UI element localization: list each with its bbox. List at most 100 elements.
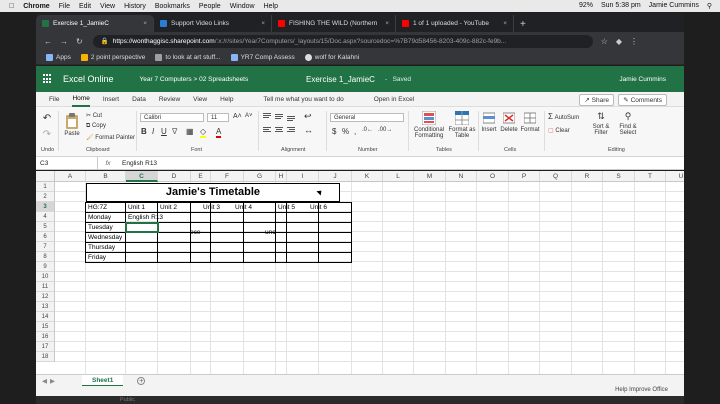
column-header-u[interactable]: U — [666, 171, 684, 182]
bookmark-perspective[interactable]: 2 point perspective — [80, 53, 145, 61]
delete-cells-button[interactable]: Delete — [500, 111, 518, 133]
column-header-l[interactable]: L — [383, 171, 414, 182]
row-header-16[interactable]: 16 — [36, 332, 55, 342]
currency-icon[interactable]: $ — [332, 127, 336, 136]
menu-window[interactable]: Window — [230, 3, 255, 10]
sheet-nav-arrows-icon[interactable]: ◀▶ — [42, 377, 58, 385]
column-header-i[interactable]: I — [287, 171, 319, 182]
row-header-8[interactable]: 8 — [36, 252, 55, 262]
tab-view[interactable]: View — [193, 92, 207, 107]
grow-font-icon[interactable]: A˄ — [233, 113, 242, 120]
format-as-table-button[interactable]: Format as Table — [448, 111, 476, 139]
star-icon[interactable]: ☆ — [601, 37, 608, 46]
tab-home[interactable]: Home — [72, 92, 90, 107]
row-header-13[interactable]: 13 — [36, 302, 55, 312]
unit-header-3[interactable]: Unit 3 — [202, 203, 220, 213]
alignment-icons[interactable] — [262, 112, 302, 140]
recess-cell[interactable]: ece — [189, 228, 201, 238]
unit-header-4[interactable]: Unit 4 — [234, 203, 252, 213]
font-color-icon[interactable]: A — [216, 127, 222, 138]
battery-level[interactable]: 92% — [579, 2, 593, 10]
row-header-3[interactable]: 3 — [36, 202, 55, 212]
clock[interactable]: Sun 5:38 pm — [601, 2, 641, 10]
menu-people[interactable]: People — [199, 3, 221, 10]
percent-icon[interactable]: % — [342, 127, 349, 136]
spreadsheet-grid[interactable]: ABCDEFGHIJKLMNOPQRSTU 1 2 3 4 5 6 7 8 9 10 11 12 13 1… — [36, 171, 684, 374]
autosum-button[interactable]: Σ AutoSum — [548, 112, 579, 121]
day-friday[interactable]: Friday — [87, 253, 106, 263]
clear-button[interactable]: ▢ Clear — [548, 127, 570, 134]
bookmark-yr7[interactable]: YR7 Comp Assess — [230, 53, 295, 61]
comments-button[interactable]: ✎ Comments — [618, 94, 667, 106]
column-header-s[interactable]: S — [603, 171, 635, 182]
sort-filter-button[interactable]: ⇅ Sort & Filter — [589, 111, 613, 136]
row-header-14[interactable]: 14 — [36, 312, 55, 322]
reload-icon[interactable]: ↻ — [76, 37, 83, 46]
search-icon[interactable]: ⚲ — [707, 2, 712, 10]
borders-icon[interactable]: ▦ — [186, 127, 194, 136]
column-header-h[interactable]: H — [276, 171, 287, 182]
row-header-15[interactable]: 15 — [36, 322, 55, 332]
account-name[interactable]: Jamie Cummins — [619, 76, 666, 83]
decrease-decimal-icon[interactable]: .00→ — [378, 127, 392, 133]
close-icon[interactable]: × — [503, 20, 507, 27]
strikethrough-icon[interactable]: ∇ — [172, 127, 177, 136]
share-button[interactable]: ↗ Share — [579, 94, 614, 106]
row-header-9[interactable]: 9 — [36, 262, 55, 272]
class-cell[interactable]: HG:7Z — [87, 203, 107, 213]
format-cells-button[interactable]: Format — [520, 111, 540, 133]
format-painter-button[interactable]: 🖌 Format Painter — [86, 134, 135, 141]
breadcrumb[interactable]: Year 7 Computers > 02 Spreadsheets — [140, 76, 249, 83]
fx-icon[interactable]: fx — [98, 160, 118, 167]
menu-file[interactable]: File — [59, 3, 70, 10]
row-header-10[interactable]: 10 — [36, 272, 55, 282]
tab-file[interactable]: File — [49, 92, 59, 107]
column-header-o[interactable]: O — [477, 171, 509, 182]
row-header-17[interactable]: 17 — [36, 342, 55, 352]
browser-tab-exercise[interactable]: Exercise 1_JamieC × — [36, 15, 154, 32]
row-header-6[interactable]: 6 — [36, 232, 55, 242]
lunch-cell[interactable]: unc — [264, 228, 276, 238]
copy-button[interactable]: ⧉ Copy — [86, 123, 106, 130]
column-header-j[interactable]: J — [319, 171, 352, 182]
menu-dots-icon[interactable]: ⋮ — [630, 37, 638, 46]
unit-header-1[interactable]: Unit 1 — [127, 203, 145, 213]
column-header-m[interactable]: M — [414, 171, 446, 182]
tell-me-search[interactable]: Tell me what you want to do — [264, 92, 344, 107]
column-header-c[interactable]: C — [126, 171, 158, 182]
column-header-e[interactable]: E — [191, 171, 211, 182]
new-tab-button[interactable]: + — [520, 19, 526, 32]
column-header-p[interactable]: P — [509, 171, 540, 182]
shrink-font-icon[interactable]: A˅ — [245, 113, 253, 119]
paste-button[interactable]: Paste — [62, 113, 82, 137]
row-header-18[interactable]: 18 — [36, 352, 55, 362]
select-all-corner[interactable] — [36, 171, 55, 182]
unit-header-5[interactable]: Unit 5 — [277, 203, 295, 213]
unit-header-2[interactable]: Unit 2 — [159, 203, 177, 213]
browser-tab-support[interactable]: Support Video Links × — [154, 15, 272, 32]
bookmark-apps[interactable]: Apps — [46, 53, 71, 61]
app-launcher-icon[interactable] — [43, 74, 53, 84]
document-title[interactable]: Exercise 1_JamieC — [306, 75, 375, 84]
tab-help[interactable]: Help — [220, 92, 233, 107]
open-in-excel-link[interactable]: Open in Excel — [374, 92, 414, 107]
insert-cells-button[interactable]: Insert — [480, 111, 498, 133]
find-select-button[interactable]: ⚲ Find & Select — [614, 111, 642, 136]
column-header-r[interactable]: R — [572, 171, 603, 182]
conditional-formatting-button[interactable]: Conditional Formatting — [412, 111, 446, 139]
browser-tab-youtube[interactable]: 1 of 1 uploaded - YouTube × — [396, 15, 514, 32]
row-header-4[interactable]: 4 — [36, 212, 55, 222]
close-icon[interactable]: × — [385, 20, 389, 27]
menu-edit[interactable]: Edit — [79, 3, 91, 10]
tab-data[interactable]: Data — [132, 92, 146, 107]
column-header-k[interactable]: K — [352, 171, 383, 182]
font-name-select[interactable]: Calibri — [140, 113, 204, 122]
extension-icon[interactable]: ◆ — [616, 37, 622, 46]
browser-tab-fishing[interactable]: FISHING THE WILD (Northern × — [272, 15, 396, 32]
increase-decimal-icon[interactable]: .0← — [362, 127, 373, 133]
fill-color-icon[interactable]: ◇ — [200, 127, 207, 138]
column-header-a[interactable]: A — [55, 171, 86, 182]
day-wednesday[interactable]: Wednesday — [87, 233, 122, 243]
bold-icon[interactable]: B — [141, 127, 147, 136]
forward-icon[interactable]: → — [60, 37, 68, 46]
